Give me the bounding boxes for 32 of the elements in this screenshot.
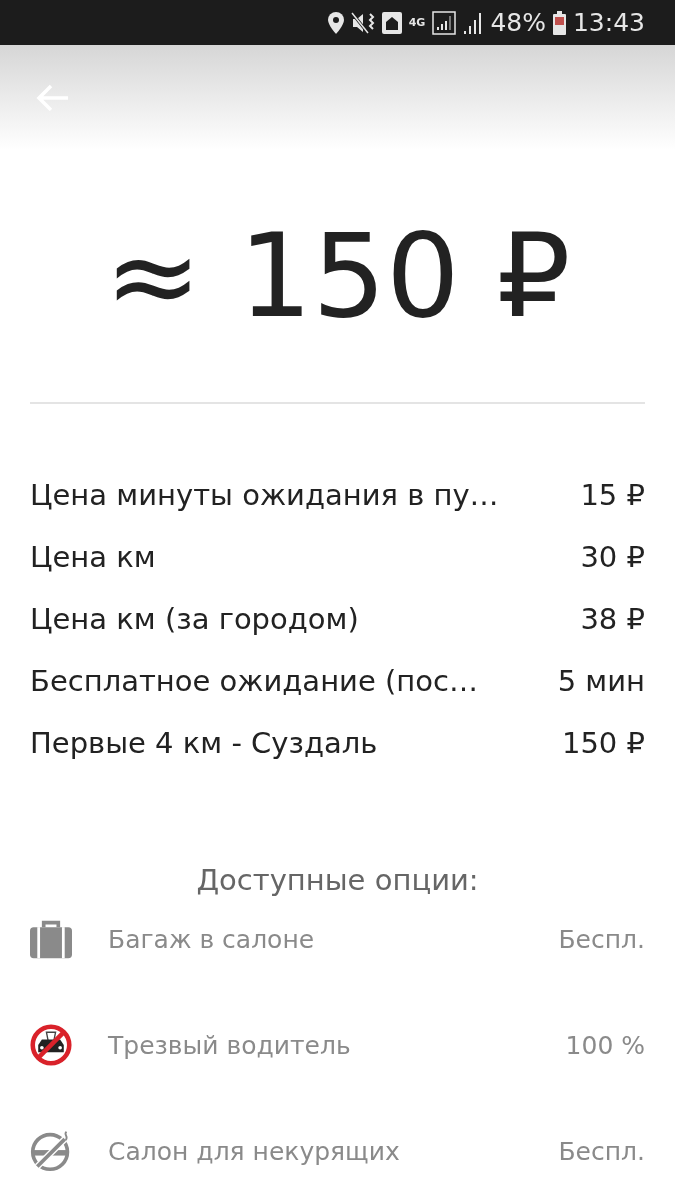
signal-icon	[463, 11, 484, 34]
home-notification-icon	[381, 11, 402, 34]
suitcase-icon	[30, 918, 72, 960]
option-label: Багаж в салоне	[108, 924, 316, 954]
tariff-label: Цена минуты ожидания в пу…	[30, 478, 499, 512]
network-type: 4G	[408, 17, 426, 28]
location-icon	[327, 11, 344, 34]
price-estimate: ≈ 150 ₽	[104, 218, 571, 334]
tariff-label: Цена км (за городом)	[30, 602, 359, 636]
tariff-value: 5 мин	[557, 664, 645, 698]
no-smoking-icon	[30, 1130, 72, 1172]
tariff-value: 30 ₽	[580, 540, 645, 574]
tariff-value: 38 ₽	[580, 602, 645, 636]
tariff-label: Бесплатное ожидание (пос…	[30, 664, 478, 698]
tariff-label: Цена км	[30, 540, 156, 574]
tariff-label: Первые 4 км - Суздаль	[30, 726, 378, 760]
options-heading: Доступные опции:	[196, 863, 479, 897]
back-button[interactable]	[36, 83, 70, 112]
back-arrow-icon	[36, 83, 70, 112]
option-price: Беспл.	[558, 924, 645, 954]
battery-icon	[552, 10, 566, 35]
tariff-value: 15 ₽	[580, 478, 645, 512]
battery-percentage: 48%	[490, 8, 546, 37]
tariff-value: 150 ₽	[561, 726, 645, 760]
signal-icon	[432, 10, 457, 35]
option-label: Трезвый водитель	[108, 1030, 352, 1060]
mute-vibrate-icon	[350, 11, 375, 34]
clock: 13:43	[572, 8, 645, 37]
option-price: 100 %	[565, 1030, 645, 1060]
no-drinking-driving-icon	[30, 1024, 72, 1066]
option-label: Салон для некурящих	[108, 1136, 401, 1166]
option-price: Беспл.	[558, 1136, 645, 1166]
